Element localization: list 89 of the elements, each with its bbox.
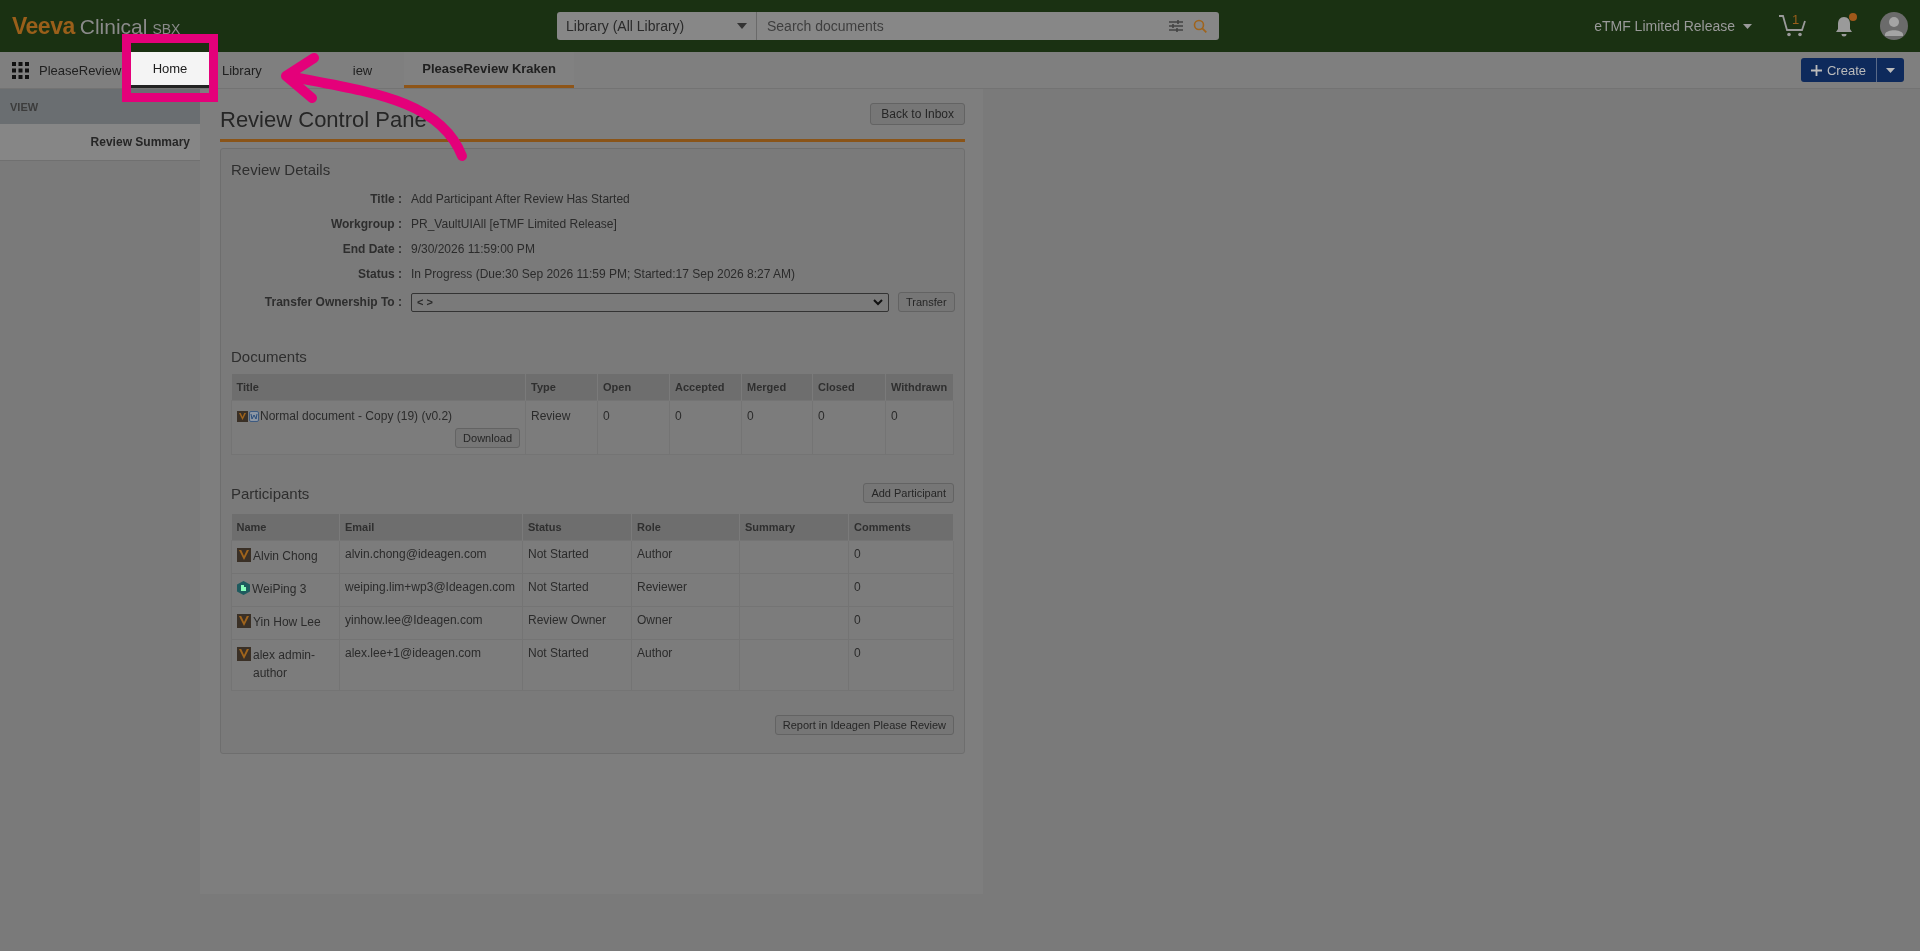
- column-header: Summary: [739, 514, 849, 541]
- field-label: Workgroup :: [329, 217, 402, 231]
- column-header: Merged: [741, 374, 813, 401]
- table-cell: 0: [885, 400, 954, 455]
- table-cell: 0: [848, 540, 954, 574]
- filter-icon[interactable]: [1169, 20, 1183, 32]
- participant-name: alex admin-author: [253, 647, 317, 682]
- product-name: Clinical: [79, 14, 148, 39]
- nav-tab[interactable]: Library: [222, 55, 262, 88]
- create-menu-button[interactable]: [1877, 58, 1904, 82]
- table-cell: alex.lee+1@ideagen.com: [339, 639, 523, 691]
- column-header: Type: [525, 374, 598, 401]
- app-grid-icon[interactable]: [12, 61, 29, 79]
- document-icon: [249, 410, 259, 422]
- field-label: End Date :: [341, 242, 402, 256]
- column-header: Email: [339, 514, 523, 541]
- section-heading: Participants: [231, 484, 310, 502]
- vault-avatar-icon: [237, 647, 251, 661]
- environment-label: SBX: [152, 20, 181, 37]
- column-header: Role: [631, 514, 740, 541]
- owner-select[interactable]: < >: [411, 292, 889, 312]
- cart-count: 1: [1792, 12, 1800, 27]
- user-avatar-icon[interactable]: [1880, 12, 1908, 40]
- create-button[interactable]: Create: [1800, 58, 1877, 82]
- report-button[interactable]: Report in Ideagen Please Review: [774, 715, 954, 735]
- participant-name: Alvin Chong: [253, 548, 318, 565]
- table-cell: Not Started: [522, 540, 632, 574]
- table-cell: 0: [597, 400, 670, 455]
- table-cell: Owner: [631, 606, 740, 640]
- plus-icon: [1810, 64, 1822, 76]
- page-title: Review Control Pane: [220, 107, 427, 133]
- table-cell: 0: [741, 400, 813, 455]
- column-header: Closed: [812, 374, 886, 401]
- notification-bell-icon[interactable]: [1834, 15, 1854, 37]
- search-scope-dropdown[interactable]: Library (All Library): [557, 12, 757, 40]
- transfer-button[interactable]: Transfer: [898, 292, 955, 312]
- section-heading: Documents: [231, 348, 308, 365]
- add-participant-button[interactable]: Add Participant: [863, 483, 954, 503]
- caret-icon: [737, 23, 747, 29]
- table-cell: 0: [848, 639, 954, 691]
- caret-icon: [1886, 67, 1895, 73]
- column-header: Withdrawn: [885, 374, 954, 401]
- search-box[interactable]: Search documents: [757, 12, 1219, 40]
- group-avatar-icon: [237, 581, 250, 595]
- vault-avatar-icon: [237, 614, 251, 628]
- app-name: PleaseReview: [39, 62, 123, 78]
- nav-tab[interactable]: iew: [352, 55, 373, 88]
- table-cell: weiping.lim+wp3@Ideagen.com: [339, 573, 523, 607]
- table-cell: Not Started: [522, 573, 632, 607]
- table-cell: 0: [848, 606, 954, 640]
- vault-icon: [237, 410, 248, 422]
- table-cell: 0: [848, 573, 954, 607]
- caret-icon: [1743, 23, 1752, 29]
- table-cell: Reviewer: [631, 573, 740, 607]
- logo-text[interactable]: Veeva: [12, 12, 75, 40]
- nav-tab[interactable]: Home: [131, 52, 209, 88]
- table-cell: alvin.chong@ideagen.com: [339, 540, 523, 574]
- download-button[interactable]: Download: [455, 428, 520, 448]
- field-value: PR_VaultUIAll [eTMF Limited Release]: [411, 217, 618, 231]
- participant-name: WeiPing 3: [252, 581, 307, 598]
- table-cell: Review Owner: [522, 606, 632, 640]
- search-input[interactable]: Search documents: [765, 17, 1159, 35]
- field-label: Status :: [357, 267, 402, 281]
- vault-switcher[interactable]: eTMF Limited Release: [1594, 18, 1752, 34]
- column-header: Open: [597, 374, 670, 401]
- column-header: Title: [231, 374, 526, 401]
- table-cell: Author: [631, 540, 740, 574]
- column-header: Accepted: [669, 374, 742, 401]
- field-label: Transfer Ownership To :: [263, 295, 402, 309]
- back-button[interactable]: Back to Inbox: [870, 103, 965, 125]
- column-header: Status: [522, 514, 632, 541]
- table-cell: yinhow.lee@Ideagen.com: [339, 606, 523, 640]
- sidebar-item[interactable]: Review Summary: [0, 124, 200, 161]
- column-header: Comments: [848, 514, 954, 541]
- section-heading: Review Details: [231, 161, 332, 178]
- field-value: Add Participant After Review Has Started: [411, 192, 631, 206]
- table-cell: 0: [812, 400, 886, 455]
- chevron-icon: [873, 298, 883, 306]
- column-header: Name: [231, 514, 340, 541]
- table-cell: Author: [631, 639, 740, 691]
- vault-avatar-icon: [237, 548, 251, 562]
- participant-name: Yin How Lee: [253, 614, 321, 631]
- field-label: Title :: [369, 192, 402, 206]
- table-cell: 0: [669, 400, 742, 455]
- document-title[interactable]: Normal document - Copy (19) (v0.2): [260, 409, 453, 423]
- field-value: In Progress (Due:30 Sep 2026 11:59 PM; Started:17 Sep 2026 8:27 AM): [411, 267, 797, 281]
- table-cell: Not Started: [522, 639, 632, 691]
- field-value: 9/30/2026 11:59:00 PM: [411, 242, 536, 256]
- table-cell: Review: [525, 400, 598, 455]
